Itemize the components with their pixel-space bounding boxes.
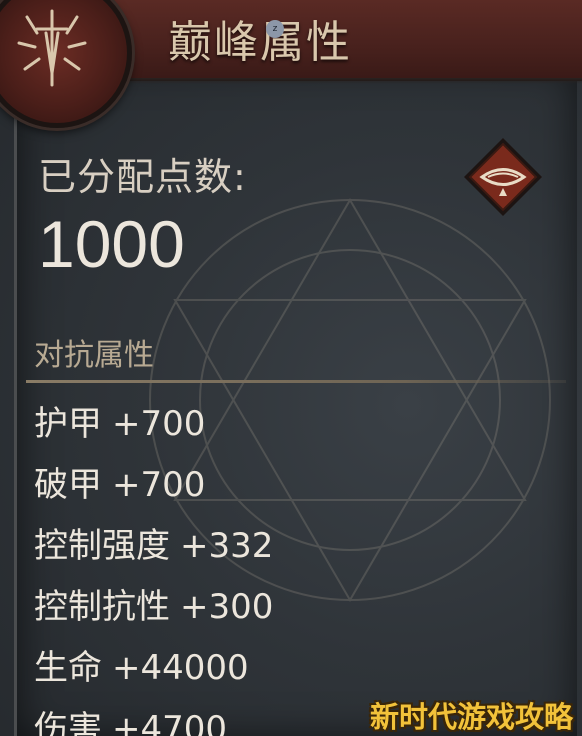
stat-value: +44000 [112,648,249,688]
allocated-points-value: 1000 [38,207,185,281]
stat-name: 破甲 [34,465,102,505]
stat-item: 护甲 +700 [34,396,273,457]
stat-item: 伤害 +4700 [34,701,273,736]
stat-item: 生命 +44000 [34,640,273,701]
stat-name: 控制抗性 [34,587,170,627]
section-title: 对抗属性 [34,338,154,373]
stat-value: +300 [180,587,274,627]
stat-list: 护甲 +700 破甲 +700 控制强度 +332 控制抗性 +300 生命 +44000… [34,396,273,736]
paragon-panel: 巅峰属性 z 已分配点数: 1000 对抗属性 护甲 +700 破甲 +700 控制… [0,0,582,736]
stat-item: 控制强度 +332 [34,518,273,579]
section-divider [26,380,566,383]
stat-name: 护甲 [34,404,102,444]
eye-diamond-icon[interactable] [462,136,544,218]
stat-value: +332 [180,526,274,566]
stat-value: +4700 [112,709,228,736]
stat-item: 破甲 +700 [34,457,273,518]
allocated-points-label: 已分配点数: [38,155,247,199]
stat-value: +700 [112,465,206,505]
stat-name: 控制强度 [34,526,170,566]
stat-value: +700 [112,404,206,444]
stat-name: 伤害 [34,709,102,736]
stat-name: 生命 [34,648,102,688]
page-title: 巅峰属性 [168,17,352,68]
watermark: 新时代游戏攻略 [370,700,574,734]
notification-badge: z [266,20,284,38]
stat-item: 控制抗性 +300 [34,579,273,640]
